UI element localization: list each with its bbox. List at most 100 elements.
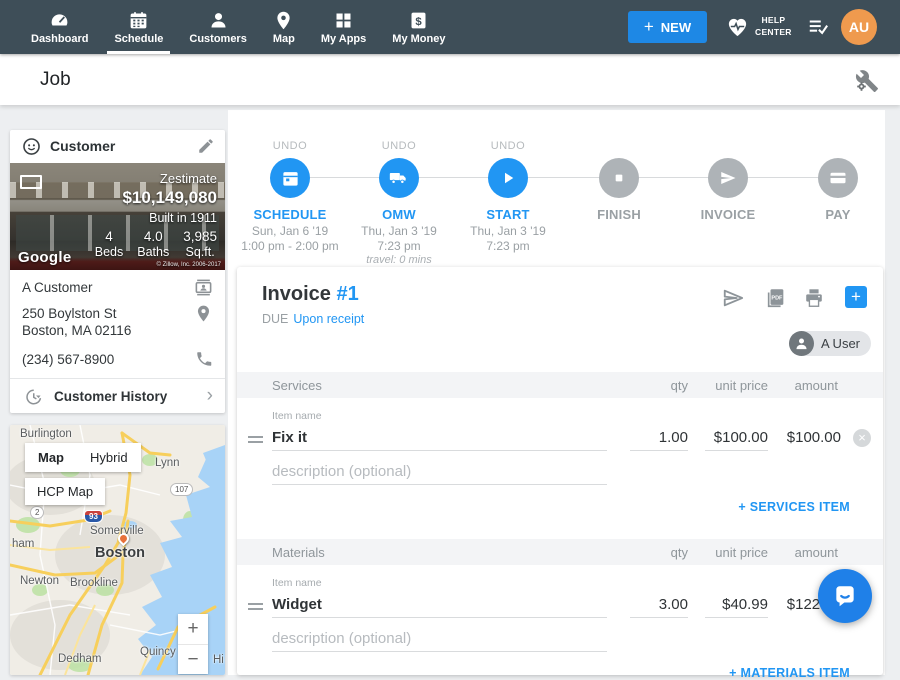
zoom-in-button[interactable]: + xyxy=(178,614,208,644)
baths-label: Baths xyxy=(137,245,169,259)
location-pin-icon[interactable] xyxy=(194,304,213,323)
svg-text:$: $ xyxy=(416,15,423,27)
add-service-item-link[interactable]: + SERVICES ITEM xyxy=(738,500,850,514)
drag-handle[interactable] xyxy=(248,433,263,446)
calendar-icon xyxy=(281,169,300,188)
service-item-name-input[interactable] xyxy=(272,425,607,451)
contact-card-icon[interactable] xyxy=(194,278,213,297)
assignee-name: A User xyxy=(821,336,860,351)
start-step-button[interactable] xyxy=(488,158,528,198)
person-icon xyxy=(794,336,809,351)
add-invoice-icon[interactable]: + xyxy=(845,286,867,308)
sqft-value: 3,985 xyxy=(183,229,217,244)
map-city-label: ham xyxy=(12,538,34,550)
assignee-chip[interactable]: A User xyxy=(789,331,871,356)
map-type-map-button[interactable]: Map xyxy=(25,443,77,472)
new-button[interactable]: + NEW xyxy=(628,11,707,43)
assignee-avatar xyxy=(789,331,814,356)
add-material-item-link[interactable]: + MATERIALS ITEM xyxy=(729,666,850,680)
map-pin-icon xyxy=(273,10,294,31)
apps-grid-icon xyxy=(333,10,354,31)
step-label: PAY xyxy=(773,207,900,222)
nav-tab-map[interactable]: Map xyxy=(260,0,308,54)
property-photo[interactable]: Zestimate $10,149,080 Built in 1911 4Bed… xyxy=(10,163,225,270)
help-center-link[interactable]: HELP CENTER xyxy=(755,14,792,38)
task-list-icon[interactable] xyxy=(806,16,830,38)
material-item-name-input[interactable] xyxy=(272,592,607,618)
pay-step-button[interactable] xyxy=(818,158,858,198)
drag-handle[interactable] xyxy=(248,600,263,613)
col-qty: qty xyxy=(628,545,688,560)
map-city-label: Newton xyxy=(20,575,59,587)
job-tools-icon[interactable] xyxy=(855,69,879,93)
history-clock-icon xyxy=(24,388,42,406)
material-qty-input[interactable] xyxy=(630,592,688,618)
beds-value: 4 xyxy=(95,229,124,244)
item-name-label: Item name xyxy=(272,410,322,422)
nav-tab-label: Customers xyxy=(189,33,246,45)
service-amount: $100.00 xyxy=(751,429,841,446)
step-date: Thu, Jan 3 '19 xyxy=(443,224,573,238)
nav-tab-label: Map xyxy=(273,33,295,45)
nav-tab-dashboard[interactable]: Dashboard xyxy=(18,0,101,54)
map-city-label: Boston xyxy=(95,545,145,561)
send-invoice-icon[interactable] xyxy=(722,287,744,309)
finish-step-button[interactable] xyxy=(599,158,639,198)
due-value-link[interactable]: Upon receipt xyxy=(293,312,364,326)
nav-tab-label: My Money xyxy=(392,33,445,45)
zestimate-label: Zestimate xyxy=(95,171,217,186)
photo-copyright: © Zillow, Inc. 2006-2017 xyxy=(157,262,221,268)
invoice-title-text: Invoice xyxy=(262,283,331,305)
materials-header: Materials qty unit price amount xyxy=(237,539,883,565)
play-icon xyxy=(499,169,517,187)
remove-service-item-button[interactable]: × xyxy=(853,429,871,447)
schedule-icon xyxy=(128,10,149,31)
health-heart-icon[interactable] xyxy=(726,16,749,39)
map-type-hybrid-button[interactable]: Hybrid xyxy=(77,443,141,472)
chat-launcher-button[interactable] xyxy=(818,569,872,623)
invoice-step-button[interactable] xyxy=(708,158,748,198)
undo-start-button[interactable]: UNDO xyxy=(443,140,573,152)
customer-card-title: Customer xyxy=(50,138,115,154)
send-icon xyxy=(719,169,737,187)
nav-tab-my-money[interactable]: $ My Money xyxy=(379,0,458,54)
customer-address-row: 250 Boylston St Boston, MA 02116 xyxy=(10,296,225,339)
chevron-right-icon: › xyxy=(207,385,213,407)
map-city-label: Burlington xyxy=(20,428,72,440)
schedule-step-button[interactable] xyxy=(270,158,310,198)
hcp-map-button[interactable]: HCP Map xyxy=(25,478,105,505)
page-header: Job xyxy=(0,54,900,105)
nav-tab-label: Dashboard xyxy=(31,33,88,45)
nav-tab-my-apps[interactable]: My Apps xyxy=(308,0,379,54)
address-line2: Boston, MA 02116 xyxy=(22,323,131,338)
due-label: DUE xyxy=(262,312,288,326)
map-city-label: Quincy xyxy=(140,646,176,658)
pdf-icon[interactable]: PDF xyxy=(765,287,787,309)
nav-tab-customers[interactable]: Customers xyxy=(176,0,259,54)
service-description-input[interactable] xyxy=(272,459,607,485)
timeline-connector xyxy=(290,177,838,178)
map-city-label: Lynn xyxy=(155,457,180,469)
material-description-input[interactable] xyxy=(272,626,607,652)
service-qty-input[interactable] xyxy=(630,425,688,451)
user-avatar[interactable]: AU xyxy=(841,9,877,45)
map-city-label: Somerville xyxy=(90,525,144,537)
customer-history-row[interactable]: Customer History › xyxy=(10,379,225,415)
nav-tab-schedule[interactable]: Schedule xyxy=(101,0,176,54)
customer-name-row: A Customer xyxy=(10,270,225,296)
new-button-label: NEW xyxy=(661,20,691,35)
phone-icon[interactable] xyxy=(195,350,213,368)
interstate-shield: 93 xyxy=(84,510,103,523)
col-amount: amount xyxy=(758,545,838,560)
print-icon[interactable] xyxy=(803,287,825,309)
map-zoom-controls: + − xyxy=(178,614,208,674)
address-line1: 250 Boylston St xyxy=(22,306,117,321)
invoice-number[interactable]: #1 xyxy=(336,283,358,305)
services-header: Services qty unit price amount xyxy=(237,372,883,398)
omw-step-button[interactable] xyxy=(379,158,419,198)
edit-pencil-icon[interactable] xyxy=(197,137,215,155)
customer-history-label: Customer History xyxy=(54,389,167,404)
map-city-label: Hi xyxy=(213,654,224,666)
customers-icon xyxy=(208,10,229,31)
zoom-out-button[interactable]: − xyxy=(178,644,208,674)
